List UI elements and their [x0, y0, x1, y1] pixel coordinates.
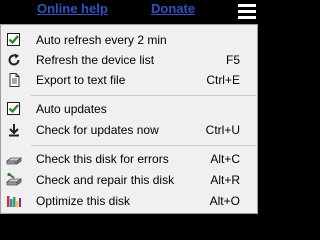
menu-item-shortcut: Ctrl+U — [205, 123, 240, 137]
download-icon — [6, 122, 22, 138]
donate-link[interactable]: Donate — [151, 1, 195, 16]
menu-separator — [31, 145, 256, 146]
disk-repair-icon — [5, 172, 23, 188]
menu-item-shortcut: Ctrl+E — [206, 73, 240, 87]
menu-item-label: Optimize this disk — [36, 194, 131, 208]
menu-item-export-text-file[interactable]: Export to text file Ctrl+E — [2, 70, 256, 91]
document-icon — [6, 72, 22, 88]
disk-check-icon — [5, 151, 23, 167]
menu-item-optimize-disk[interactable]: Optimize this disk Alt+O — [2, 191, 256, 212]
menu-separator — [31, 95, 256, 96]
menu-item-label: Refresh the device list — [36, 53, 155, 67]
menu-item-label: Auto refresh every 2 min — [36, 33, 167, 47]
menu-item-shortcut: Alt+R — [210, 173, 240, 187]
menu-item-label: Auto updates — [36, 102, 107, 116]
menu-item-label: Check and repair this disk — [36, 173, 175, 187]
menu-item-refresh-device-list[interactable]: Refresh the device list F5 — [2, 50, 256, 71]
dropdown-menu: Auto refresh every 2 min Refresh the dev… — [0, 24, 258, 214]
menu-item-check-repair-disk[interactable]: Check and repair this disk Alt+R — [2, 170, 256, 191]
menu-item-auto-updates[interactable]: Auto updates — [2, 99, 256, 120]
checkbox-checked-icon — [6, 101, 22, 117]
menu-item-check-disk-errors[interactable]: Check this disk for errors Alt+C — [2, 149, 256, 170]
menu-item-label: Check this disk for errors — [36, 152, 169, 166]
menu-item-label: Export to text file — [36, 73, 126, 87]
refresh-icon — [6, 52, 22, 68]
hamburger-icon[interactable] — [238, 4, 256, 19]
menu-item-shortcut: Alt+O — [209, 194, 240, 208]
disk-optimize-icon — [6, 193, 22, 209]
online-help-link[interactable]: Online help — [37, 1, 108, 16]
menu-item-auto-refresh[interactable]: Auto refresh every 2 min — [2, 30, 256, 51]
menu-item-label: Check for updates now — [36, 123, 159, 137]
top-bar: Online help Donate — [0, 0, 261, 22]
checkbox-checked-icon — [6, 32, 22, 48]
menu-item-shortcut: F5 — [225, 53, 240, 67]
menu-item-shortcut: Alt+C — [210, 152, 240, 166]
menu-item-check-updates[interactable]: Check for updates now Ctrl+U — [2, 120, 256, 141]
